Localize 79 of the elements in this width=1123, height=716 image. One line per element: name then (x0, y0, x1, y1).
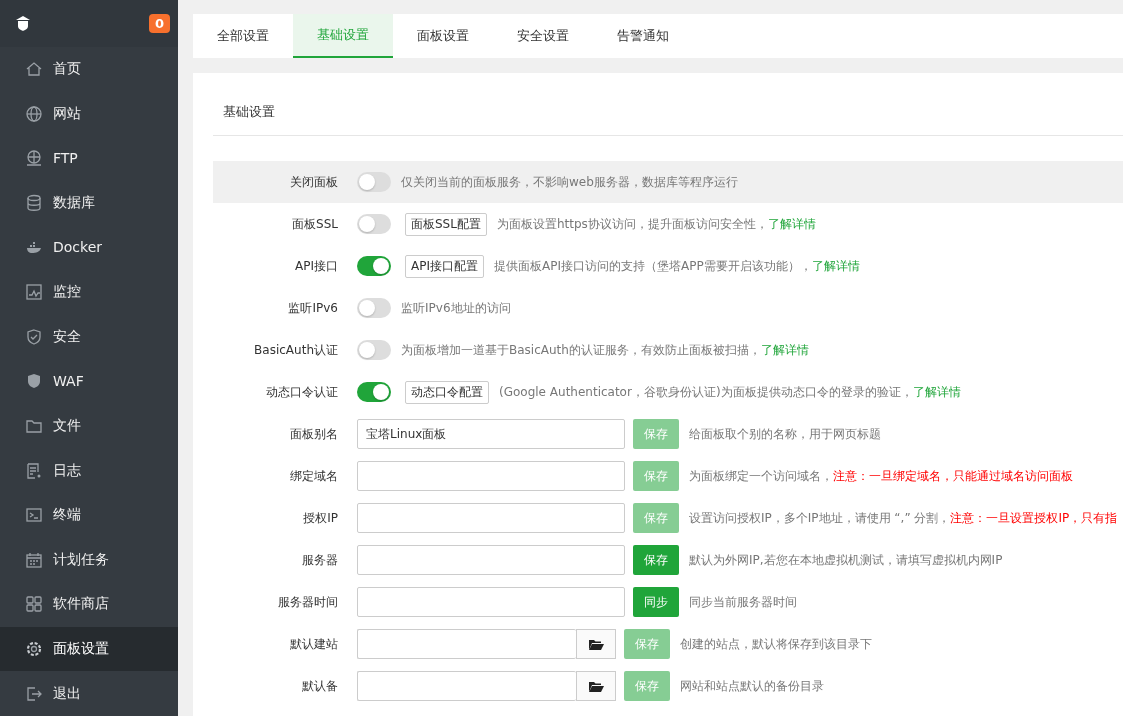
toggle-switch[interactable] (357, 382, 391, 402)
description-text: (Google Authenticator，谷歌身份认证)为面板提供动态口令的登录的验证，了解详情 (499, 383, 961, 401)
config-button[interactable]: 动态口令配置 (405, 380, 489, 404)
description-text: 默认为外网IP,若您在本地虚拟机测试，请填写虚拟机内网IP (689, 551, 1003, 569)
input-field[interactable]: 宝塔Linux面板 (357, 419, 625, 449)
description-text: 网站和站点默认的备份目录 (680, 677, 824, 695)
terminal-icon (25, 506, 43, 525)
toggle-switch[interactable] (357, 172, 391, 192)
config-button[interactable]: API接口配置 (405, 254, 484, 278)
toggle-switch[interactable] (357, 214, 391, 234)
setting-label: 服务器 (301, 551, 338, 569)
setting-label: 动态口令认证 (265, 383, 338, 401)
sidebar-item[interactable]: FTP (0, 135, 178, 181)
sidebar-item[interactable]: 软件商店 (0, 582, 178, 627)
database-icon (25, 193, 43, 212)
setting-label: 授权IP (302, 509, 338, 527)
setting-label: 服务器时间 (277, 593, 338, 611)
sidebar-item[interactable]: 退出 (0, 671, 178, 716)
setting-label: API接口 (294, 257, 338, 275)
globe-icon (25, 104, 43, 123)
logo-icon (14, 14, 32, 33)
config-button[interactable]: 面板SSL配置 (405, 212, 487, 236)
shield-icon (25, 372, 43, 391)
input-field[interactable] (357, 629, 576, 659)
grid-icon (25, 595, 43, 614)
sidebar-item[interactable]: WAF (0, 359, 178, 404)
toggle-switch[interactable] (357, 256, 391, 276)
input-field[interactable] (357, 461, 625, 491)
calendar-icon (25, 550, 43, 569)
sidebar-item[interactable]: 网站 (0, 91, 178, 136)
description-text: 仅关闭当前的面板服务，不影响web服务器，数据库等程序运行 (401, 173, 738, 191)
sidebar-item[interactable]: 文件 (0, 403, 178, 449)
input-field[interactable] (357, 545, 625, 575)
description-text: 给面板取个别的名称，用于网页标题 (689, 425, 881, 443)
folder-button[interactable] (576, 629, 616, 659)
description-text: 为面板增加一道基于BasicAuth的认证服务，有效防止面板被扫描，了解详情 (401, 341, 809, 359)
section-title: 基础设置 (213, 73, 1123, 136)
folder-icon (588, 637, 604, 651)
description-text: 为面板设置https协议访问，提升面板访问安全性，了解详情 (496, 215, 816, 233)
setting-label: 绑定域名 (289, 467, 338, 485)
description-text: 提供面板API接口访问的支持（堡塔APP需要开启该功能），了解详情 (494, 257, 860, 275)
logout-icon (25, 684, 43, 703)
settings-tab[interactable]: 安全设置 (493, 14, 593, 58)
monitor-icon (25, 283, 43, 302)
shield-icon (25, 327, 43, 346)
setting-label: 默认建站 (289, 635, 338, 653)
setting-label: 关闭面板 (289, 173, 338, 191)
sidebar-item[interactable]: 面板设置 (0, 626, 178, 672)
sidebar-item[interactable]: 监控 (0, 269, 178, 315)
setting-label: 监听IPv6 (287, 299, 338, 317)
description-text: 同步当前服务器时间 (689, 593, 797, 611)
sidebar-item[interactable]: 数据库 (0, 180, 178, 226)
toggle-switch[interactable] (357, 340, 391, 360)
toggle-switch[interactable] (357, 298, 391, 318)
sidebar-item[interactable]: 首页 (0, 46, 178, 92)
input-field[interactable] (357, 587, 625, 617)
description-text: 为面板绑定一个访问域名，注意：一旦绑定域名，只能通过域名访问面板 (689, 467, 1073, 485)
description-text: 设置访问授权IP，多个IP地址，请使用 “,” 分割，注意：一旦设置授权IP，只有指 (689, 509, 1118, 527)
settings-tab[interactable]: 面板设置 (393, 14, 493, 58)
setting-label: 面板SSL (291, 215, 338, 233)
sidebar-item[interactable]: Docker (0, 225, 178, 270)
setting-label: 面板别名 (289, 425, 338, 443)
sidebar-item[interactable]: 日志 (0, 448, 178, 493)
log-icon (25, 461, 43, 480)
settings-tab[interactable]: 全部设置 (193, 14, 293, 58)
setting-label: BasicAuth认证 (253, 341, 338, 359)
description-text: 创建的站点，默认将保存到该目录下 (680, 635, 872, 653)
globe-icon (25, 149, 43, 168)
setting-label: 默认备 (301, 677, 338, 695)
input-field[interactable] (357, 503, 625, 533)
folder-button[interactable] (576, 671, 616, 701)
settings-tab[interactable]: 告警通知 (593, 14, 693, 58)
description-text: 监听IPv6地址的访问 (401, 299, 511, 317)
input-field[interactable] (357, 671, 576, 701)
sidebar-item[interactable]: 计划任务 (0, 537, 178, 583)
sidebar-item[interactable]: 终端 (0, 492, 178, 538)
folder-icon (588, 679, 604, 693)
sidebar-item[interactable]: 安全 (0, 314, 178, 359)
settings-icon (25, 640, 43, 659)
